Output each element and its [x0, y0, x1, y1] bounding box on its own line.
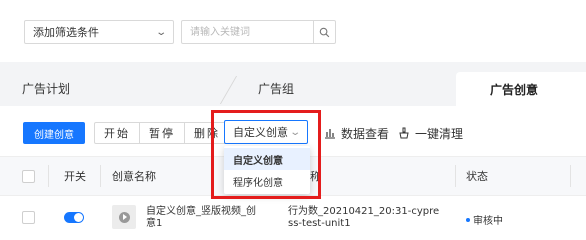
header-plan-name: 称 — [310, 170, 321, 183]
creative-type-dropdown: 自定义创意 程序化创意 — [224, 146, 310, 194]
batch-action-group: 开始 暂停 删除 — [94, 122, 230, 144]
plan-name-line1: 行为数_20210421_20:31-cypre — [288, 206, 440, 217]
creative-name-line2: 意1 — [146, 218, 163, 229]
status-dot-icon — [466, 217, 470, 222]
one-click-clean-button[interactable]: 一键清理 — [398, 122, 463, 144]
create-creative-button[interactable]: 创建创意 — [23, 122, 85, 144]
tab-ad-group[interactable]: 广告组 — [258, 70, 294, 106]
header-toggle: 开关 — [64, 170, 86, 183]
data-view-label: 数据查看 — [341, 126, 390, 141]
chevron-down-icon: ⌄ — [154, 26, 167, 38]
creative-name-line1: 自定义创意_竖版视频_创 — [146, 206, 256, 217]
bar-chart-icon — [325, 129, 335, 139]
column-separator — [48, 165, 49, 187]
add-filter-condition-select[interactable]: 添加筛选条件 ⌄ — [24, 20, 174, 44]
status-badge: 审核中 — [473, 216, 503, 227]
tab-ad-creative[interactable]: 广告创意 — [456, 72, 586, 106]
start-button[interactable]: 开始 — [95, 123, 140, 143]
filter-condition-label: 添加筛选条件 — [33, 26, 99, 39]
plan-name-cell: 行为数_20210421_20:31-cypre ss-test-unit1 — [288, 206, 439, 230]
video-thumbnail — [112, 205, 136, 229]
creative-type-value: 自定义创意 — [233, 126, 288, 139]
column-separator — [455, 165, 456, 187]
table-row: 自定义创意_竖版视频_创 意1 行为数_20210421_20:31-cypre… — [0, 197, 586, 238]
ad-level-tabs: 广告计划 广告组 广告创意 — [0, 70, 586, 106]
filter-bar: 添加筛选条件 ⌄ — [0, 0, 586, 62]
status-cell: 审核中 — [466, 212, 503, 227]
creative-thumbnail[interactable] — [112, 205, 136, 229]
search-icon — [319, 27, 330, 37]
dropdown-option-programmatic-creative[interactable]: 程序化创意 — [224, 170, 310, 192]
creative-type-select[interactable]: 自定义创意 ⌄ — [224, 120, 308, 144]
column-separator — [570, 165, 571, 187]
clean-label: 一键清理 — [415, 126, 464, 141]
select-all-checkbox[interactable] — [22, 169, 35, 183]
play-icon — [118, 211, 130, 223]
plan-name-line2: ss-test-unit1 — [288, 218, 351, 229]
section-divider — [0, 62, 586, 70]
keyword-search-box — [181, 20, 336, 44]
chevron-down-icon: ⌄ — [288, 126, 301, 138]
search-button[interactable] — [313, 21, 335, 43]
keyword-search-input[interactable] — [182, 21, 312, 43]
data-view-button[interactable]: 数据查看 — [324, 122, 389, 144]
dropdown-option-custom-creative[interactable]: 自定义创意 — [224, 148, 310, 170]
pause-button[interactable]: 暂停 — [140, 123, 185, 143]
clean-icon — [399, 127, 409, 139]
tab-ad-plan[interactable]: 广告计划 — [22, 70, 70, 106]
row-select-cell — [22, 211, 35, 224]
column-separator — [100, 165, 101, 187]
header-status: 状态 — [466, 170, 488, 183]
row-toggle-cell — [64, 212, 84, 223]
select-all-cell — [22, 157, 35, 195]
delete-button[interactable]: 删除 — [185, 123, 229, 143]
header-creative-name: 创意名称 — [112, 170, 156, 183]
tab-separator — [219, 76, 238, 104]
row-checkbox[interactable] — [22, 211, 35, 224]
creative-name-cell[interactable]: 自定义创意_竖版视频_创 意1 — [146, 206, 256, 230]
status-toggle[interactable] — [64, 212, 84, 223]
